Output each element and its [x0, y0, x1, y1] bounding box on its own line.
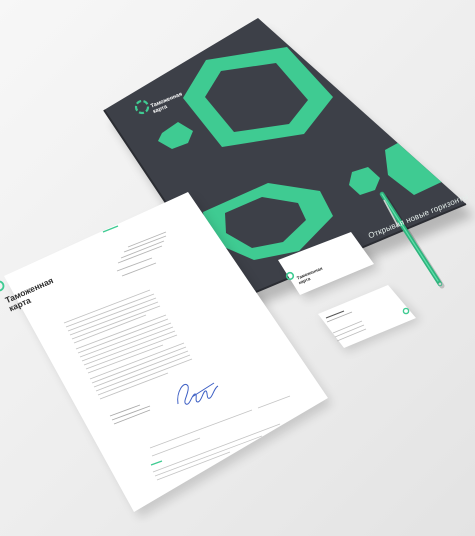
mockup-illustration — [0, 18, 474, 518]
stationery-mockup-scene: Таможенная карта Открывая новые горизонт… — [0, 0, 475, 536]
letterhead-logo-icon — [0, 280, 5, 292]
pen-tip — [438, 282, 442, 286]
